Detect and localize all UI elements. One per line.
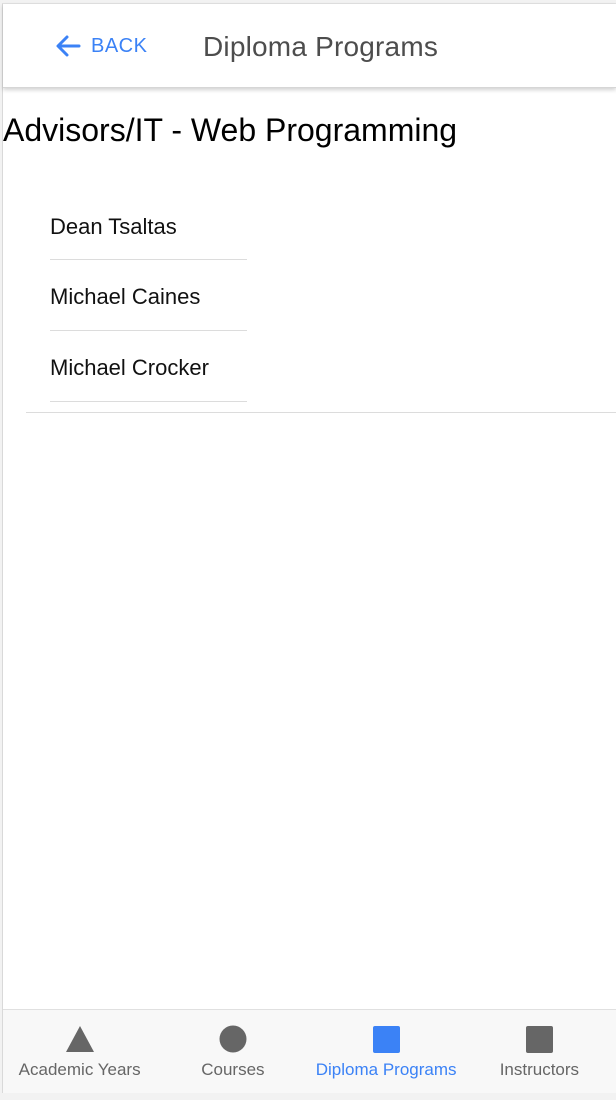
bottom-tab-bar: Academic Years Courses Diploma Programs: [3, 1009, 616, 1093]
tab-label: Courses: [201, 1060, 265, 1079]
tab-label: Academic Years: [18, 1060, 141, 1079]
page-title: Diploma Programs: [203, 31, 439, 62]
list-divider: [26, 412, 616, 413]
program-title: Advisors/IT - Web Programming: [3, 112, 458, 148]
tab-academic-years[interactable]: Academic Years: [3, 1010, 156, 1093]
tab-label: Instructors: [499, 1060, 580, 1079]
advisor-list: Dean Tsaltas Michael Caines Michael Croc…: [50, 190, 247, 402]
list-item[interactable]: Dean Tsaltas: [50, 190, 247, 260]
tab-diploma-programs[interactable]: Diploma Programs: [310, 1010, 463, 1093]
app-screen: BACK Diploma Programs Advisors/IT - Web …: [2, 3, 616, 1093]
arrow-left-icon: [53, 31, 83, 61]
back-button[interactable]: BACK: [53, 30, 147, 62]
list-item[interactable]: Michael Caines: [50, 260, 247, 331]
triangle-icon: [65, 1024, 95, 1054]
navigation-header: BACK Diploma Programs: [3, 4, 616, 88]
tab-instructors[interactable]: Instructors: [463, 1010, 616, 1093]
tab-courses[interactable]: Courses: [156, 1010, 309, 1093]
square-icon: [371, 1024, 401, 1054]
back-label: BACK: [91, 34, 148, 57]
circle-icon: [218, 1024, 248, 1054]
list-item[interactable]: Michael Crocker: [50, 331, 247, 402]
tab-label: Diploma Programs: [315, 1060, 457, 1079]
square-icon: [524, 1024, 554, 1054]
